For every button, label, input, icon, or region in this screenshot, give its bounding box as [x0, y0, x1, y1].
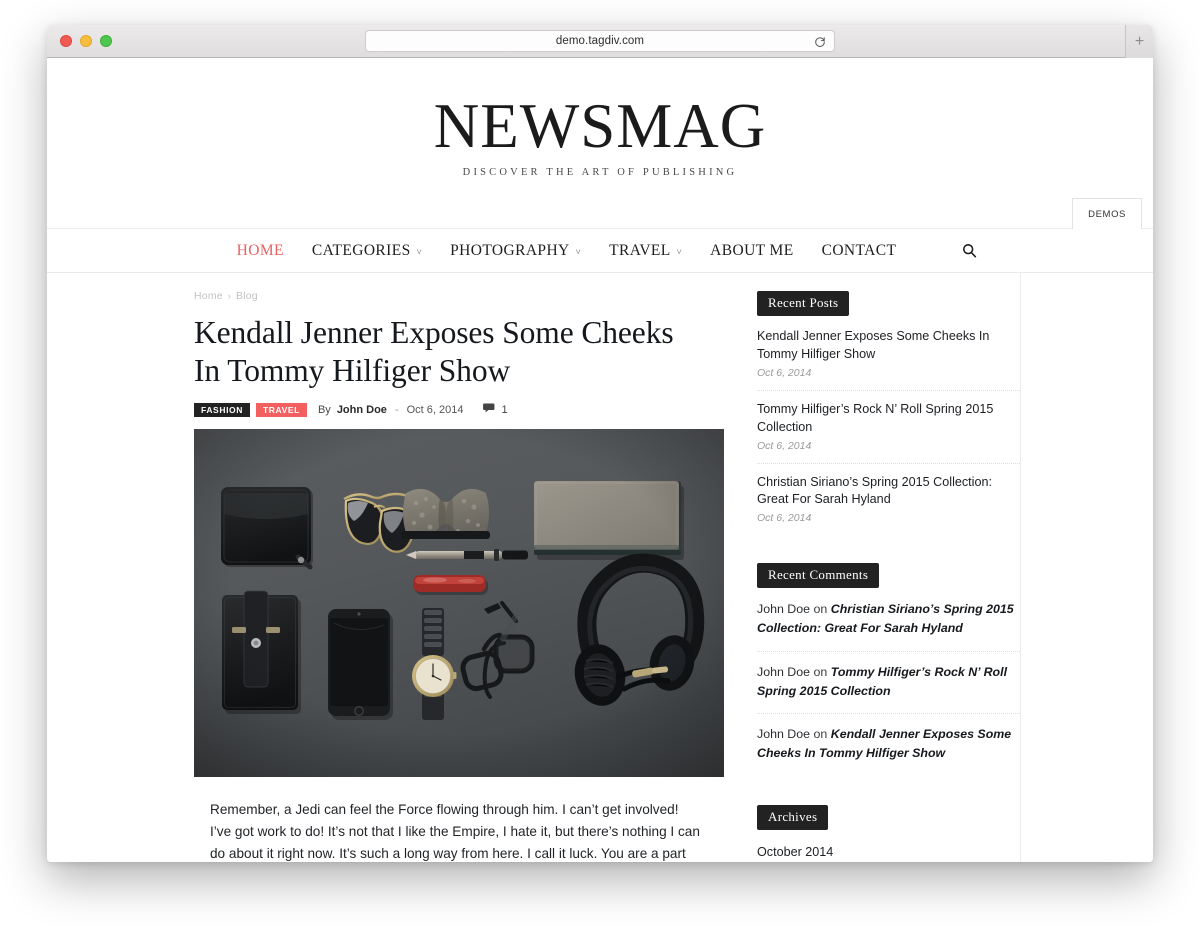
nav-item-travel[interactable]: TRAVEL ˅ — [595, 242, 696, 260]
comment-author: John Doe — [757, 664, 811, 679]
nav-item-label: ABOUT ME — [710, 241, 794, 259]
reload-icon[interactable] — [814, 35, 826, 47]
demos-button[interactable]: DEMOS — [1072, 198, 1142, 229]
page-title: Kendall Jenner Exposes Some Cheeks In To… — [194, 315, 674, 389]
list-item[interactable]: John Doe on Kendall Jenner Exposes Some … — [757, 725, 1020, 775]
chevron-down-icon: ˅ — [575, 246, 582, 257]
recent-post-date: Oct 6, 2014 — [757, 366, 812, 379]
browser-window: demo.tagdiv.com + NEWSMAG DISCOVER THE A… — [47, 25, 1153, 862]
nav-item-home[interactable]: HOME — [223, 242, 298, 260]
site-header: NEWSMAG DISCOVER THE ART OF PUBLISHING D… — [47, 58, 1153, 229]
meta-dash: - — [394, 404, 399, 417]
logo-tagline: DISCOVER THE ART OF PUBLISHING — [462, 167, 738, 178]
nav-item-categories[interactable]: CATEGORIES ˅ — [298, 242, 436, 260]
list-item[interactable]: Tommy Hilfiger’s Rock N’ Roll Spring 201… — [757, 401, 1020, 464]
featured-image[interactable] — [194, 429, 724, 778]
site-logo[interactable]: NEWSMAG DISCOVER THE ART OF PUBLISHING — [47, 91, 1153, 179]
nav-item-label: TRAVEL — [609, 241, 671, 259]
recent-post-title: Kendall Jenner Exposes Some Cheeks In To… — [757, 329, 990, 361]
comment-author: John Doe — [757, 727, 811, 742]
article-body: Remember, a Jedi can feel the Force flow… — [210, 802, 700, 862]
nav-item-label: PHOTOGRAPHY — [450, 241, 570, 259]
search-icon[interactable] — [962, 243, 977, 258]
recent-post-date: Oct 6, 2014 — [757, 439, 812, 452]
sidebar: Recent Posts Kendall Jenner Exposes Some… — [747, 273, 1021, 862]
page-viewport: NEWSMAG DISCOVER THE ART OF PUBLISHING D… — [47, 58, 1153, 862]
logo-title: NEWSMAG — [433, 91, 767, 161]
recent-post-date: Oct 6, 2014 — [757, 512, 812, 525]
post-meta: FASHION TRAVEL By John Doe - Oct 6, 2014… — [194, 402, 747, 418]
recent-posts-list: Kendall Jenner Exposes Some Cheeks In To… — [757, 328, 1020, 535]
post-author-prefix: By — [317, 404, 331, 417]
comment-count: 1 — [501, 404, 508, 417]
main-column: Home › Blog Kendall Jenner Exposes Some Ch… — [194, 273, 747, 862]
recent-post-title: Christian Siriano’s Spring 2015 Collecti… — [757, 474, 992, 507]
url-text: demo.tagdiv.com — [555, 35, 645, 47]
breadcrumb: Home › Blog — [194, 290, 747, 302]
widget-title-recent-posts: Recent Posts — [757, 291, 850, 316]
breadcrumb-current: Blog — [236, 290, 258, 302]
comment-on-label: on — [813, 727, 828, 742]
list-item[interactable]: Christian Siriano’s Spring 2015 Collecti… — [757, 474, 1020, 536]
widget-recent-posts: Recent Posts Kendall Jenner Exposes Some… — [757, 291, 1020, 535]
list-item[interactable]: John Doe on Christian Siriano’s Spring 2… — [757, 600, 1020, 652]
comment-author: John Doe — [757, 602, 811, 617]
widget-archives: Archives October 2014 — [757, 804, 1020, 862]
recent-post-title: Tommy Hilfiger’s Rock N’ Roll Spring 201… — [757, 401, 994, 434]
chevron-down-icon: ˅ — [676, 246, 683, 257]
widget-recent-comments: Recent Comments John Doe on Christian Si… — [757, 563, 1020, 775]
browser-titlebar: demo.tagdiv.com + — [47, 25, 1153, 58]
main-navigation: HOME CATEGORIES ˅ PHOTOGRAPHY ˅ TRAVEL ˅… — [47, 229, 1153, 273]
chevron-down-icon: ˅ — [416, 246, 423, 257]
comment-icon — [483, 403, 496, 417]
right-gutter — [1021, 273, 1153, 862]
content-area: Home › Blog Kendall Jenner Exposes Some Ch… — [47, 273, 1153, 862]
post-author[interactable]: John Doe — [337, 404, 387, 416]
comment-count-group[interactable]: 1 — [483, 403, 508, 417]
close-window-button[interactable] — [60, 35, 72, 47]
nav-item-photography[interactable]: PHOTOGRAPHY ˅ — [436, 242, 595, 260]
category-badge-travel[interactable]: TRAVEL — [255, 402, 307, 418]
nav-list: HOME CATEGORIES ˅ PHOTOGRAPHY ˅ TRAVEL ˅… — [223, 242, 978, 260]
nav-item-contact[interactable]: CONTACT — [808, 242, 911, 260]
list-item[interactable]: Kendall Jenner Exposes Some Cheeks In To… — [757, 328, 1020, 391]
comment-on-label: on — [813, 602, 828, 617]
breadcrumb-separator: › — [227, 291, 232, 301]
widget-title-recent-comments: Recent Comments — [757, 563, 880, 589]
maximize-window-button[interactable] — [100, 35, 112, 47]
traffic-lights — [60, 35, 112, 47]
category-badge-fashion[interactable]: FASHION — [194, 402, 250, 418]
comment-on-label: on — [813, 664, 828, 679]
nav-item-label: CATEGORIES — [311, 241, 411, 259]
left-gutter — [47, 273, 194, 862]
list-item[interactable]: October 2014 — [757, 842, 1020, 862]
nav-item-about-me[interactable]: ABOUT ME — [696, 242, 807, 260]
post-date: Oct 6, 2014 — [406, 404, 464, 417]
nav-item-label: CONTACT — [821, 241, 897, 259]
widget-title-archives: Archives — [757, 804, 829, 830]
list-item[interactable]: John Doe on Tommy Hilfiger’s Rock N’ Rol… — [757, 663, 1020, 715]
archives-list: October 2014 — [757, 842, 1020, 862]
address-bar[interactable]: demo.tagdiv.com — [365, 30, 835, 52]
breadcrumb-home[interactable]: Home — [194, 290, 223, 302]
new-tab-button[interactable]: + — [1125, 25, 1153, 58]
recent-comments-list: John Doe on Christian Siriano’s Spring 2… — [757, 600, 1020, 775]
nav-item-label: HOME — [236, 241, 284, 259]
minimize-window-button[interactable] — [80, 35, 92, 47]
